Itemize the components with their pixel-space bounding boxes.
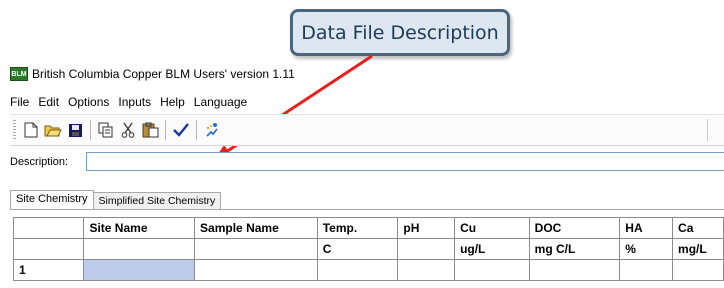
description-label: Description:	[10, 156, 69, 168]
header-cell-sample-name[interactable]: Sample Name	[194, 217, 318, 239]
header-cell-temp[interactable]: Temp.	[316, 217, 399, 239]
save-icon[interactable]	[64, 119, 86, 141]
unit-cell-ha: %	[619, 238, 674, 260]
toolbar	[10, 114, 724, 146]
table-cell[interactable]	[194, 259, 318, 281]
copy-icon[interactable]	[95, 119, 117, 141]
toolbar-separator	[196, 120, 197, 140]
menu-inputs[interactable]: Inputs	[118, 95, 151, 109]
table-cell[interactable]	[397, 259, 456, 281]
unit-cell	[397, 238, 456, 260]
menu-edit[interactable]: Edit	[38, 95, 59, 109]
paste-icon[interactable]	[139, 119, 161, 141]
toolbar-end-divider	[707, 119, 710, 141]
header-cell-ph[interactable]: pH	[397, 217, 456, 239]
header-cell-ca[interactable]: Ca	[672, 217, 724, 239]
run-icon[interactable]	[201, 119, 223, 141]
tab-baseline	[10, 209, 724, 210]
checkmark-icon[interactable]	[170, 119, 192, 141]
header-cell-rownum	[12, 217, 85, 239]
table-cell-selected[interactable]	[83, 259, 196, 281]
menu-help[interactable]: Help	[160, 95, 185, 109]
menu-file[interactable]: File	[10, 95, 29, 109]
menu-bar: File Edit Options Inputs Help Language	[10, 93, 724, 111]
site-chemistry-grid: Site Name Sample Name Temp. pH Cu DOC HA…	[12, 217, 724, 281]
header-row: Site Name Sample Name Temp. pH Cu DOC HA…	[12, 217, 724, 239]
unit-cell-doc: mg C/L	[528, 238, 621, 260]
table-cell[interactable]	[528, 259, 621, 281]
cut-icon[interactable]	[117, 119, 139, 141]
unit-cell-cu: ug/L	[454, 238, 530, 260]
tab-simplified-site-chemistry[interactable]: Simplified Site Chemistry	[92, 192, 222, 210]
units-row: C ug/L mg C/L % mg/L	[12, 238, 724, 260]
callout-box: Data File Description	[290, 9, 510, 56]
menu-options[interactable]: Options	[68, 95, 109, 109]
table-cell[interactable]	[672, 259, 724, 281]
header-cell-cu[interactable]: Cu	[454, 217, 530, 239]
header-cell-ha[interactable]: HA	[619, 217, 674, 239]
toolbar-grip[interactable]	[13, 120, 16, 140]
header-cell-site-name[interactable]: Site Name	[83, 217, 196, 239]
unit-cell	[12, 238, 85, 260]
unit-cell	[83, 238, 196, 260]
title-bar: BLM British Columbia Copper BLM Users' v…	[10, 64, 724, 84]
unit-cell-temp: C	[316, 238, 399, 260]
new-icon[interactable]	[20, 119, 42, 141]
callout-text: Data File Description	[301, 21, 499, 44]
toolbar-separator	[90, 120, 91, 140]
unit-cell	[194, 238, 318, 260]
header-cell-doc[interactable]: DOC	[528, 217, 621, 239]
open-folder-icon[interactable]	[42, 119, 64, 141]
app-icon: BLM	[10, 67, 28, 81]
table-row: 1	[12, 259, 724, 281]
table-cell[interactable]	[619, 259, 674, 281]
tab-strip: Site Chemistry Simplified Site Chemistry	[10, 190, 222, 210]
menu-language[interactable]: Language	[194, 95, 247, 109]
tab-site-chemistry[interactable]: Site Chemistry	[10, 190, 94, 210]
row-number-cell[interactable]: 1	[12, 259, 85, 281]
table-cell[interactable]	[316, 259, 399, 281]
unit-cell-ca: mg/L	[672, 238, 724, 260]
description-input[interactable]	[86, 152, 724, 171]
window-title: British Columbia Copper BLM Users' versi…	[32, 67, 295, 81]
toolbar-separator	[165, 120, 166, 140]
table-cell[interactable]	[454, 259, 530, 281]
